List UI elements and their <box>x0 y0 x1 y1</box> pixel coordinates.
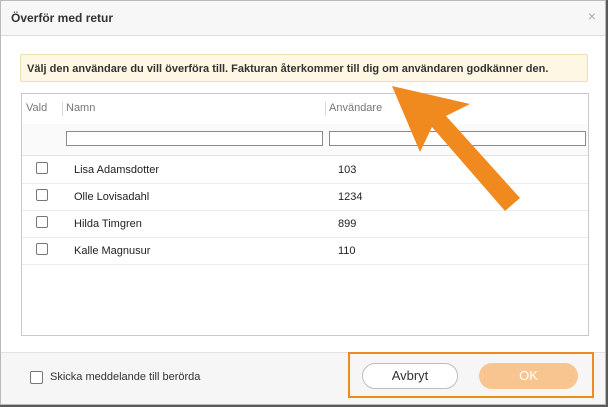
column-separator <box>325 102 326 116</box>
notify-checkbox[interactable] <box>30 371 43 384</box>
info-text: Välj den användare du vill överföra till… <box>27 63 549 75</box>
table-row[interactable]: Kalle Magnusur 110 <box>22 237 588 265</box>
dialog-titlebar: Överför med retur × <box>1 1 605 36</box>
grid-header: Vald Namn Användare <box>22 94 588 125</box>
column-separator <box>62 102 63 116</box>
row-name: Lisa Adamsdotter <box>74 164 159 176</box>
name-filter-input[interactable] <box>66 131 323 146</box>
notify-label[interactable]: Skicka meddelande till berörda <box>50 371 200 383</box>
table-row[interactable]: Lisa Adamsdotter 103 <box>22 156 588 184</box>
column-header-user[interactable]: Användare <box>329 102 382 114</box>
close-icon[interactable]: × <box>588 9 596 23</box>
row-name: Olle Lovisadahl <box>74 191 150 203</box>
row-checkbox[interactable] <box>36 189 48 201</box>
row-user: 103 <box>338 164 357 176</box>
row-checkbox[interactable] <box>36 216 48 228</box>
row-name: Kalle Magnusur <box>74 245 151 257</box>
dialog-title: Överför med retur <box>11 11 114 25</box>
user-grid: Vald Namn Användare Lisa Adamsdotter 103… <box>21 93 589 336</box>
column-header-name[interactable]: Namn <box>66 102 95 114</box>
row-name: Hilda Timgren <box>74 218 142 230</box>
user-filter-input[interactable] <box>329 131 586 146</box>
row-checkbox[interactable] <box>36 243 48 255</box>
row-user: 110 <box>338 245 356 257</box>
row-checkbox[interactable] <box>36 162 48 174</box>
filter-row <box>22 124 588 156</box>
column-header-selected[interactable]: Vald <box>26 102 47 114</box>
row-user: 899 <box>338 218 357 230</box>
ok-button[interactable]: OK <box>479 363 578 389</box>
table-row[interactable]: Hilda Timgren 899 <box>22 210 588 238</box>
row-user: 1234 <box>338 191 363 203</box>
table-row[interactable]: Olle Lovisadahl 1234 <box>22 183 588 211</box>
cancel-button[interactable]: Avbryt <box>362 363 458 389</box>
transfer-dialog: Överför med retur × Välj den användare d… <box>0 0 606 405</box>
info-banner: Välj den användare du vill överföra till… <box>20 54 588 82</box>
